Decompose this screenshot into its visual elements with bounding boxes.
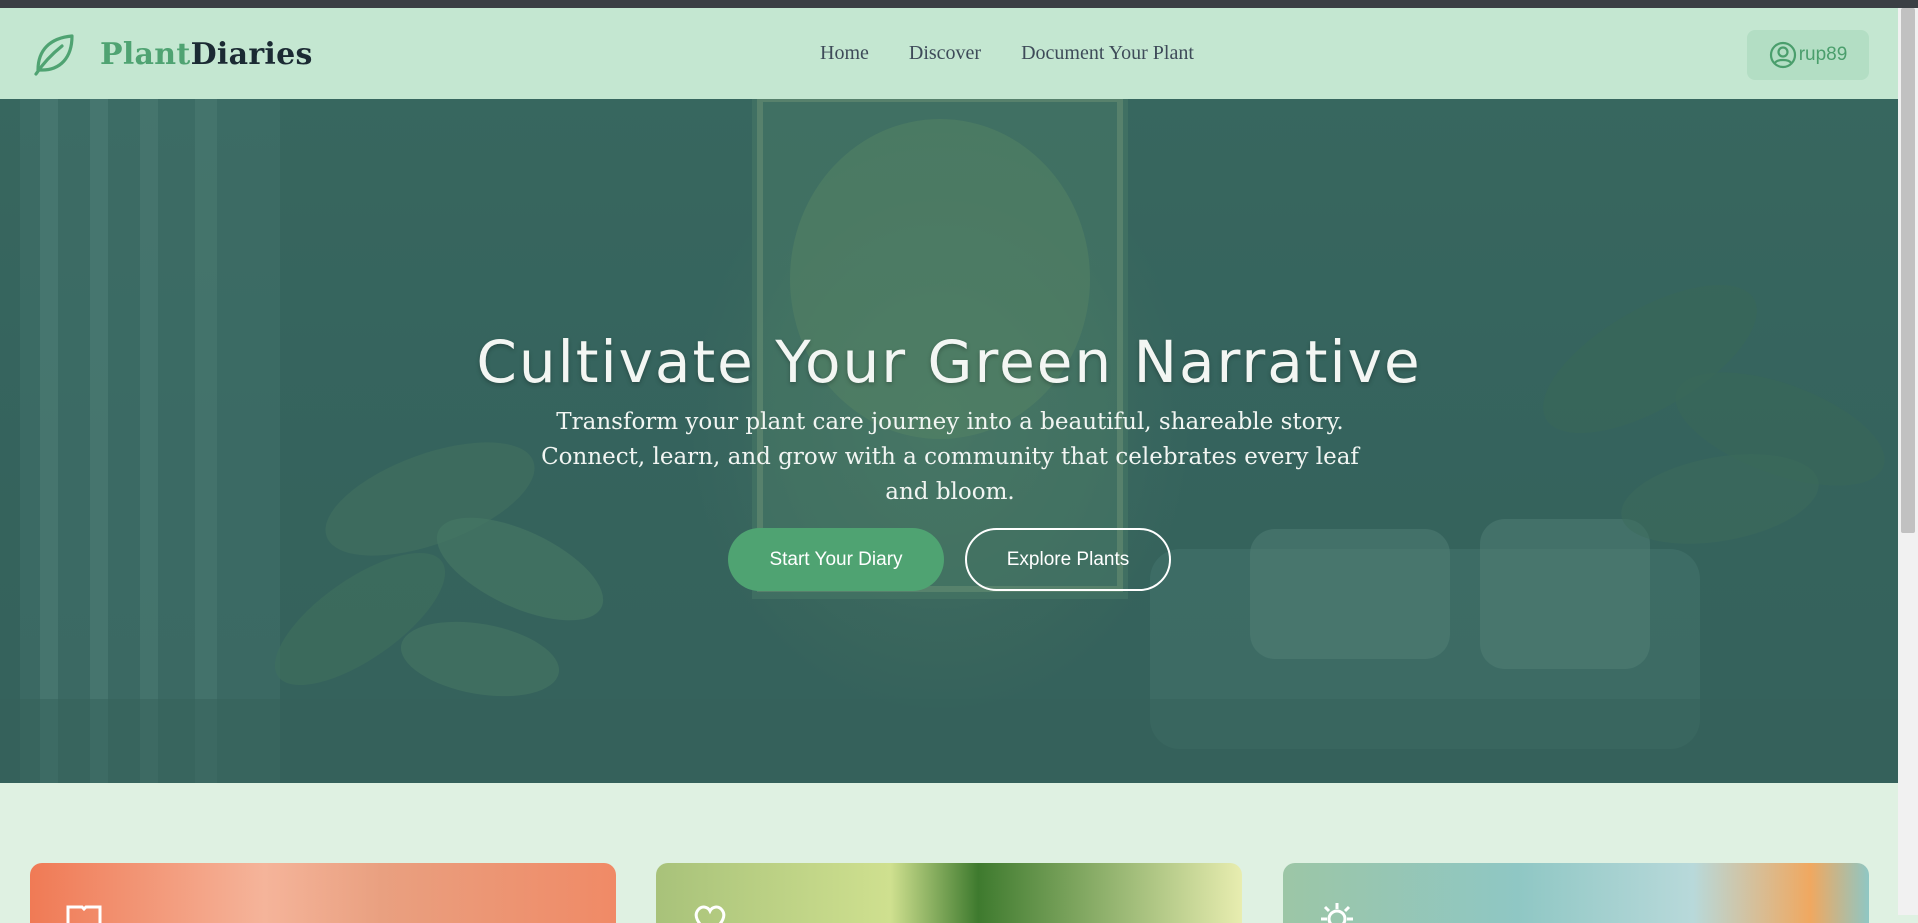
nav-link-document-your-plant[interactable]: Document Your Plant — [1021, 42, 1194, 65]
brand-name-part1: Plant — [100, 36, 191, 72]
feature-card-3[interactable] — [1283, 863, 1869, 923]
start-diary-button[interactable]: Start Your Diary — [728, 528, 944, 591]
user-circle-icon — [1769, 41, 1796, 69]
brand-name: PlantDiaries — [100, 37, 313, 72]
feature-card-2[interactable] — [656, 863, 1242, 923]
hero-title: Cultivate Your Green Narrative — [476, 327, 1422, 396]
brand-name-part2: Diaries — [190, 36, 313, 72]
leaf-icon — [34, 34, 74, 76]
book-icon — [66, 905, 102, 923]
hero-content: Cultivate Your Green Narrative Transform… — [0, 99, 1898, 783]
feature-card-3-image — [1283, 863, 1869, 923]
scrollbar-thumb[interactable] — [1901, 8, 1915, 533]
heart-icon — [694, 905, 726, 923]
vertical-scrollbar[interactable] — [1898, 8, 1918, 915]
username-label: rup89 — [1798, 44, 1848, 65]
feature-card-1-image — [30, 863, 616, 923]
navbar: PlantDiaries Home Discover Document Your… — [0, 8, 1898, 100]
hero-subtitle: Transform your plant care journey into a… — [541, 409, 1359, 505]
nav-link-home[interactable]: Home — [820, 42, 869, 65]
hero-section: Cultivate Your Green Narrative Transform… — [0, 99, 1898, 783]
hero-buttons: Start Your Diary Explore Plants — [728, 528, 1171, 591]
feature-card-2-image — [656, 863, 1242, 923]
explore-plants-button[interactable]: Explore Plants — [965, 528, 1171, 591]
user-menu-button[interactable]: rup89 — [1747, 30, 1869, 80]
gear-icon — [1321, 903, 1353, 923]
feature-card-1[interactable] — [30, 863, 616, 923]
feature-cards — [30, 863, 1870, 923]
main-nav: Home Discover Document Your Plant — [820, 42, 1194, 65]
nav-link-discover[interactable]: Discover — [909, 42, 981, 65]
browser-top-strip — [0, 0, 1918, 8]
brand-logo[interactable]: PlantDiaries — [30, 29, 313, 79]
